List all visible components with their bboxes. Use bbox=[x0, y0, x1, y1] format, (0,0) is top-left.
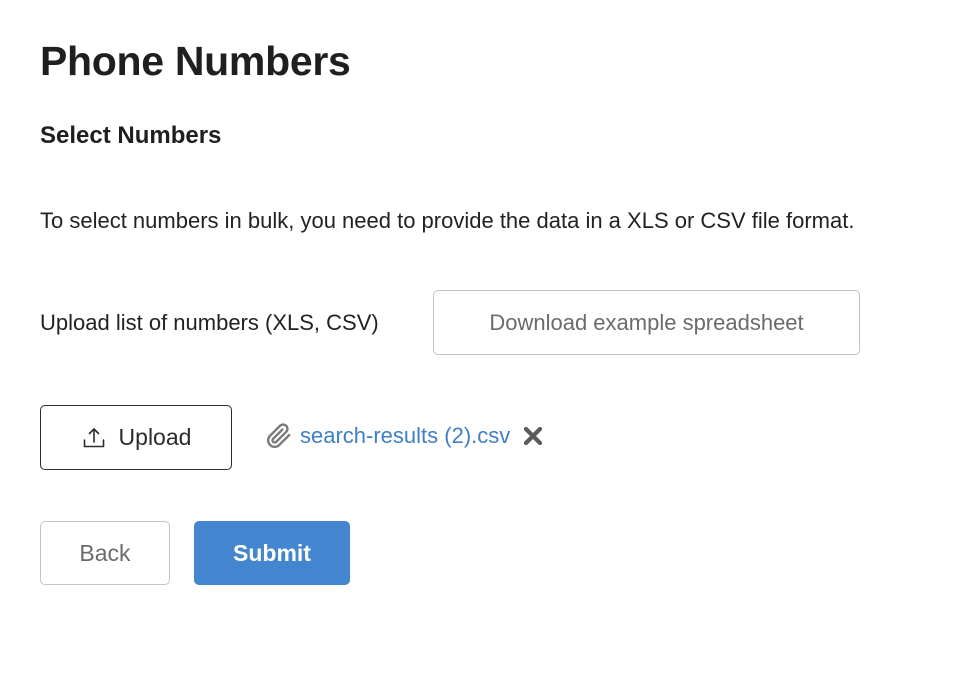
close-icon[interactable] bbox=[522, 425, 544, 447]
selected-file: search-results (2).csv bbox=[266, 420, 544, 452]
download-example-label: Download example spreadsheet bbox=[489, 309, 804, 335]
submit-button[interactable]: Submit bbox=[194, 521, 350, 585]
back-button[interactable]: Back bbox=[40, 521, 170, 585]
section-title: Select Numbers bbox=[40, 122, 222, 149]
phone-numbers-page: Phone Numbers Select Numbers To select n… bbox=[0, 0, 966, 676]
paperclip-icon bbox=[266, 422, 292, 450]
selected-file-link[interactable]: search-results (2).csv bbox=[300, 423, 510, 449]
page-title: Phone Numbers bbox=[40, 38, 351, 84]
upload-icon bbox=[81, 425, 107, 451]
upload-button[interactable]: Upload bbox=[40, 405, 232, 470]
back-button-label: Back bbox=[79, 539, 131, 566]
upload-list-label: Upload list of numbers (XLS, CSV) bbox=[40, 310, 379, 335]
download-example-spreadsheet-button[interactable]: Download example spreadsheet bbox=[433, 290, 860, 355]
submit-button-label: Submit bbox=[233, 539, 311, 566]
instructions-text: To select numbers in bulk, you need to p… bbox=[40, 208, 855, 233]
upload-button-label: Upload bbox=[118, 424, 192, 450]
